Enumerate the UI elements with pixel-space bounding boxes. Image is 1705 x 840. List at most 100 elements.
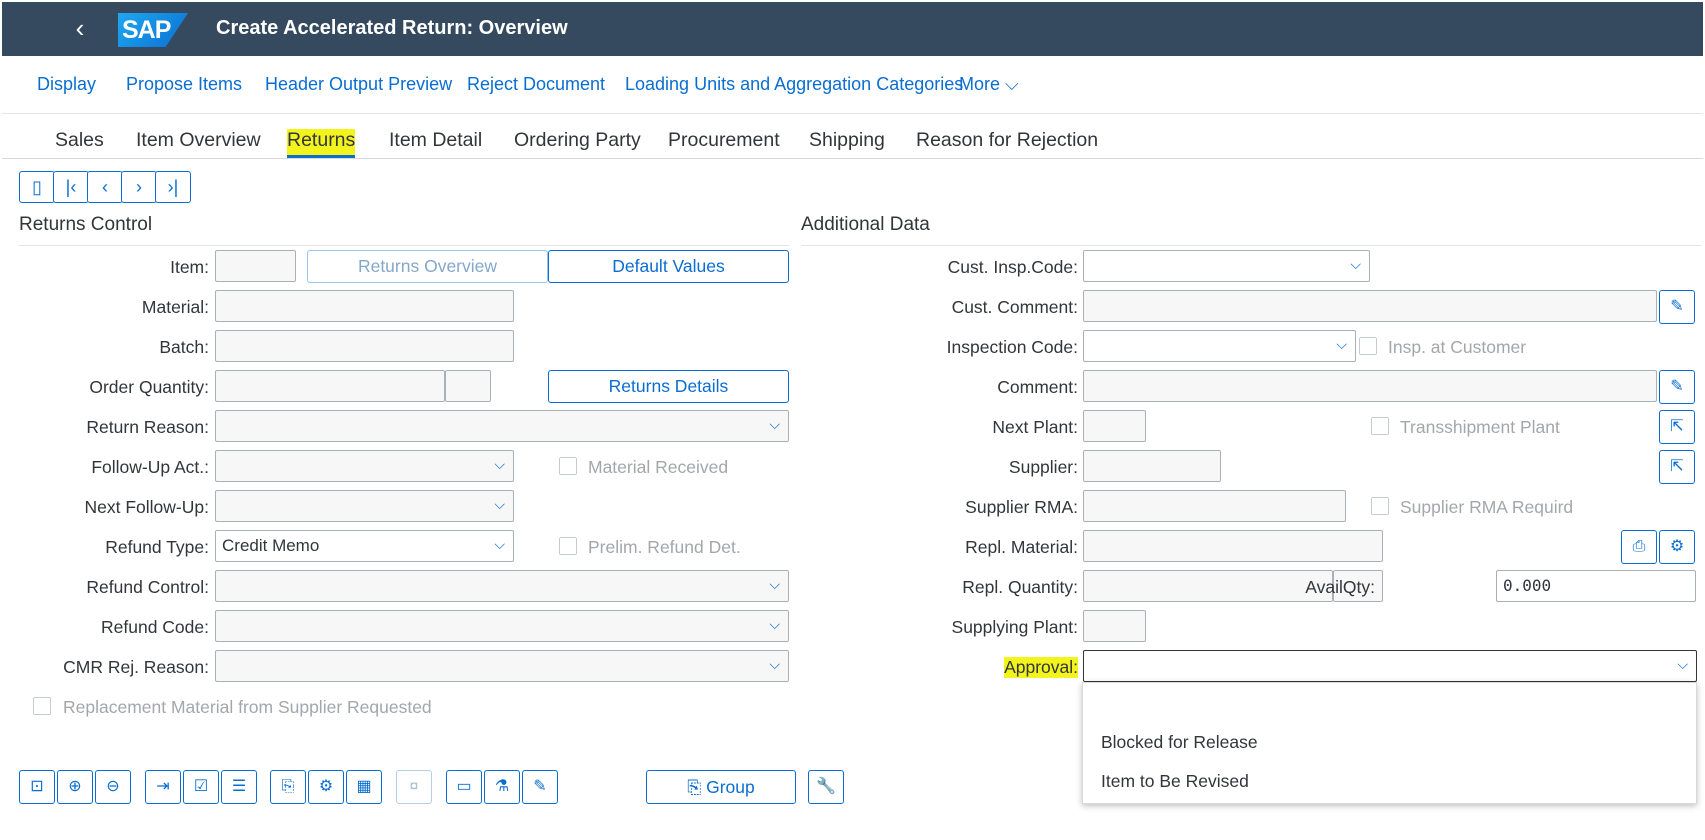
clipboard-icon[interactable]: ⎘ bbox=[270, 770, 306, 804]
avail-qty-label: AvailQty: bbox=[1305, 577, 1375, 597]
settings-icon[interactable]: ⚙ bbox=[308, 770, 344, 804]
calendar-chart-icon[interactable]: ▦ bbox=[346, 770, 382, 804]
page-title: Create Accelerated Return: Overview bbox=[216, 17, 568, 39]
order-unit-input[interactable] bbox=[445, 370, 491, 402]
item-input[interactable] bbox=[215, 250, 296, 282]
order-quantity-label: Order Quantity: bbox=[89, 377, 209, 397]
tab-reason-for-rejection[interactable]: Reason for Rejection bbox=[916, 129, 1098, 152]
settings-search-icon[interactable]: ⚙ bbox=[1659, 530, 1695, 564]
select-all-icon[interactable]: ☑ bbox=[183, 770, 219, 804]
navigate-out-icon[interactable]: ⇱ bbox=[1659, 410, 1695, 444]
supplying-plant-input[interactable] bbox=[1083, 610, 1146, 642]
tab-item-overview[interactable]: Item Overview bbox=[136, 129, 261, 152]
pricing-icon[interactable]: ¤ bbox=[396, 770, 432, 804]
chevron-down-icon: ⌵ bbox=[1677, 656, 1688, 672]
last-item-icon[interactable]: ›| bbox=[155, 171, 191, 203]
first-item-icon[interactable]: |‹ bbox=[53, 171, 89, 203]
edit-note-icon[interactable]: ✎ bbox=[1659, 370, 1695, 404]
dropdown-option-revise[interactable]: Item to Be Revised bbox=[1101, 771, 1249, 792]
repl-quantity-input[interactable] bbox=[1083, 570, 1333, 602]
header-output-preview-button[interactable]: Header Output Preview bbox=[265, 74, 452, 95]
refund-type-select[interactable]: Credit Memo ⌵ bbox=[215, 530, 514, 562]
wrench-icon[interactable]: 🔧 bbox=[808, 770, 844, 804]
repl-material-input[interactable] bbox=[1083, 530, 1383, 562]
tab-item-detail[interactable]: Item Detail bbox=[389, 129, 482, 152]
document-icon[interactable]: ▯ bbox=[19, 171, 55, 203]
tab-returns[interactable]: Returns bbox=[287, 129, 356, 158]
cust-insp-code-select[interactable]: ⌵ bbox=[1083, 250, 1370, 282]
comment-input[interactable] bbox=[1083, 370, 1657, 402]
add-icon[interactable]: ⊕ bbox=[57, 770, 93, 804]
next-follow-up-select[interactable]: ⌵ bbox=[215, 490, 514, 522]
material-input[interactable] bbox=[215, 290, 514, 322]
follow-up-select[interactable]: ⌵ bbox=[215, 450, 514, 482]
refund-code-select[interactable]: ⌵ bbox=[215, 610, 789, 642]
deselect-all-icon[interactable]: ☰ bbox=[221, 770, 257, 804]
more-menu-button[interactable]: More ⌵ bbox=[959, 74, 1019, 95]
replacement-material-checkbox[interactable] bbox=[33, 697, 51, 715]
tab-bar: Sales Item Overview Returns Item Detail … bbox=[2, 115, 1703, 159]
sap-logo: SAP bbox=[118, 13, 188, 47]
next-plant-input[interactable] bbox=[1083, 410, 1146, 442]
cmr-rej-reason-select[interactable]: ⌵ bbox=[215, 650, 789, 682]
next-plant-label: Next Plant: bbox=[992, 417, 1078, 437]
navigate-out-icon[interactable]: ⇱ bbox=[1659, 450, 1695, 484]
refund-control-select[interactable]: ⌵ bbox=[215, 570, 789, 602]
order-quantity-input[interactable] bbox=[215, 370, 445, 402]
default-values-button[interactable]: Default Values bbox=[548, 250, 789, 283]
batch-input[interactable] bbox=[215, 330, 514, 362]
propose-items-button[interactable]: Propose Items bbox=[126, 74, 242, 95]
reject-document-button[interactable]: Reject Document bbox=[467, 74, 605, 95]
cust-insp-code-label: Cust. Insp.Code: bbox=[947, 257, 1078, 277]
replacement-material-label: Replacement Material from Supplier Reque… bbox=[63, 697, 432, 717]
tab-ordering-party[interactable]: Ordering Party bbox=[514, 129, 641, 152]
chevron-down-icon: ⌵ bbox=[494, 456, 505, 472]
tab-procurement[interactable]: Procurement bbox=[668, 129, 780, 152]
refund-type-label: Refund Type: bbox=[105, 537, 209, 557]
prelim-refund-checkbox[interactable] bbox=[559, 537, 577, 555]
avail-qty-value: 0.000 bbox=[1496, 570, 1696, 602]
remove-icon[interactable]: ⊖ bbox=[95, 770, 131, 804]
inspection-code-select[interactable]: ⌵ bbox=[1083, 330, 1356, 362]
group-button[interactable]: ⎘ Group bbox=[646, 770, 796, 804]
next-item-icon[interactable]: › bbox=[121, 171, 157, 203]
chevron-down-icon: ⌵ bbox=[1350, 256, 1361, 272]
loading-units-button[interactable]: Loading Units and Aggregation Categories bbox=[625, 74, 963, 95]
cust-comment-label: Cust. Comment: bbox=[951, 297, 1078, 317]
edit-document-icon[interactable]: ✎ bbox=[522, 770, 558, 804]
money-icon[interactable]: ▭ bbox=[446, 770, 482, 804]
supplier-rma-input[interactable] bbox=[1083, 490, 1346, 522]
supplier-rma-label: Supplier RMA: bbox=[965, 497, 1078, 517]
insp-at-customer-checkbox[interactable] bbox=[1359, 337, 1377, 355]
chevron-down-icon: ⌵ bbox=[769, 656, 780, 672]
tab-shipping[interactable]: Shipping bbox=[809, 129, 885, 152]
chevron-down-icon: ⌵ bbox=[1005, 74, 1019, 94]
previous-item-icon[interactable]: ‹ bbox=[87, 171, 123, 203]
approval-dropdown: Blocked for Release Item to Be Revised bbox=[1082, 682, 1697, 804]
back-arrow-icon[interactable]: ‹ bbox=[64, 12, 96, 44]
material-received-checkbox[interactable] bbox=[559, 457, 577, 475]
chevron-down-icon: ⌵ bbox=[769, 616, 780, 632]
indent-icon[interactable]: ⇥ bbox=[145, 770, 181, 804]
supplying-plant-label: Supplying Plant: bbox=[951, 617, 1078, 637]
shell-bar: ‹ SAP Create Accelerated Return: Overvie… bbox=[2, 2, 1703, 56]
divider bbox=[801, 245, 1701, 246]
refund-type-value: Credit Memo bbox=[222, 536, 320, 555]
details-icon[interactable]: ⊡ bbox=[19, 770, 55, 804]
clipboard-history-icon[interactable]: ⎙ bbox=[1621, 530, 1657, 564]
returns-overview-button[interactable]: Returns Overview bbox=[307, 250, 548, 283]
supplier-input[interactable] bbox=[1083, 450, 1221, 482]
more-label: More bbox=[959, 74, 1001, 94]
tab-sales[interactable]: Sales bbox=[55, 129, 104, 152]
lab-flask-icon[interactable]: ⚗ bbox=[484, 770, 520, 804]
edit-note-icon[interactable]: ✎ bbox=[1659, 290, 1695, 324]
supplier-rma-required-checkbox[interactable] bbox=[1371, 497, 1389, 515]
cmr-rej-reason-label: CMR Rej. Reason: bbox=[63, 657, 209, 677]
transshipment-plant-checkbox[interactable] bbox=[1371, 417, 1389, 435]
cust-comment-input[interactable] bbox=[1083, 290, 1657, 322]
approval-select[interactable]: ⌵ bbox=[1083, 650, 1697, 682]
returns-details-button[interactable]: Returns Details bbox=[548, 370, 789, 403]
dropdown-option-blocked[interactable]: Blocked for Release bbox=[1101, 732, 1258, 753]
display-button[interactable]: Display bbox=[37, 74, 96, 95]
return-reason-select[interactable]: ⌵ bbox=[215, 410, 789, 442]
